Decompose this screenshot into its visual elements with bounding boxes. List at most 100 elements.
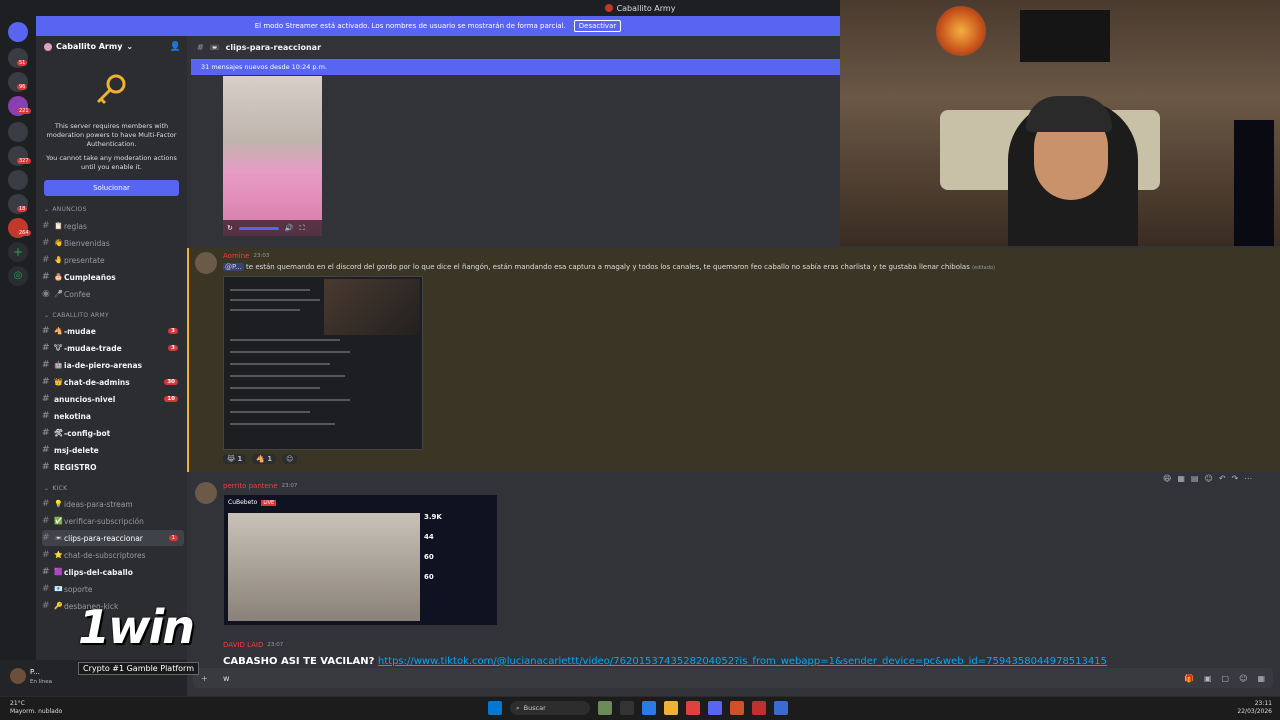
apps-icon[interactable]: ▦ bbox=[1177, 474, 1185, 483]
message-text: CABASHO ASI TE VACILAN? https://www.tikt… bbox=[223, 656, 1107, 667]
fix-mfa-button[interactable]: Solucionar bbox=[44, 180, 179, 196]
message-composer[interactable]: + w 🎁 ▣ ▢ ☺ ▦ bbox=[193, 668, 1273, 688]
gift-icon[interactable]: 🎁 bbox=[1184, 674, 1194, 683]
weather-widget[interactable]: 21°C Mayorm. nublado bbox=[10, 700, 62, 716]
reaction[interactable]: 😹 1 bbox=[223, 454, 247, 464]
reaction[interactable]: 🐴 1 bbox=[252, 454, 277, 464]
channel-item[interactable]: # nekotina bbox=[42, 408, 184, 424]
discover-icon[interactable]: ◎ bbox=[8, 266, 28, 286]
channel-emoji: 🐮 bbox=[54, 344, 63, 352]
channel-emoji: 💡 bbox=[54, 500, 63, 508]
reply-icon[interactable]: ↶ bbox=[1219, 474, 1226, 483]
category-caballito-army[interactable]: ⌄ CABALLITO ARMY bbox=[44, 312, 109, 319]
channel-item[interactable]: # REGISTRO bbox=[42, 459, 184, 475]
hash-icon: # bbox=[42, 394, 50, 404]
channel-item-active[interactable]: # 📼 clips-para-reaccionar 1 bbox=[42, 530, 184, 546]
composer-tools: 🎁 ▣ ▢ ☺ ▦ bbox=[1184, 674, 1265, 683]
messenger-icon[interactable] bbox=[774, 701, 788, 715]
server-badge: 96 bbox=[17, 84, 28, 90]
disable-streamer-mode-button[interactable]: Desactivar bbox=[573, 20, 622, 32]
category-kick[interactable]: ⌄ KICK bbox=[44, 485, 67, 492]
discord-icon[interactable] bbox=[708, 701, 722, 715]
channel-item[interactable]: # 💡 ideas-para-stream bbox=[42, 496, 184, 512]
video-controls: ↻ 🔊 ⛶ bbox=[223, 220, 322, 236]
message-time: 23:03 bbox=[253, 253, 270, 259]
channel-item[interactable]: # 🛠 -config-bot bbox=[42, 425, 184, 441]
author-name[interactable]: Aomine bbox=[223, 252, 249, 260]
forward-icon[interactable]: ↷ bbox=[1232, 474, 1239, 483]
explorer-icon[interactable] bbox=[664, 701, 678, 715]
sticker-icon[interactable]: ▢ bbox=[1222, 674, 1230, 683]
avatar[interactable] bbox=[195, 482, 217, 504]
avatar[interactable] bbox=[10, 668, 26, 684]
author-name[interactable]: DAVID LAID bbox=[223, 641, 263, 649]
author-name[interactable]: perrito pantene bbox=[223, 482, 278, 490]
channel-emoji: 📼 bbox=[54, 534, 63, 542]
channel-item[interactable]: # 🐴 -mudae 3 bbox=[42, 323, 184, 339]
task-view-icon[interactable] bbox=[620, 701, 634, 715]
volume-slider[interactable] bbox=[238, 226, 279, 230]
channel-item[interactable]: # 🎂 Cumpleaños bbox=[42, 269, 184, 285]
channel-item[interactable]: # ⭐ chat-de-subscriptores bbox=[42, 547, 184, 563]
channel-item[interactable]: # 🤖 ia-de-piero-arenas bbox=[42, 357, 184, 373]
emoji-icon[interactable]: ☺ bbox=[1239, 674, 1247, 683]
channel-item[interactable]: # 📧 soporte bbox=[42, 581, 184, 597]
volume-icon[interactable]: 🔊 bbox=[285, 224, 294, 232]
channel-label: clips-para-reaccionar bbox=[64, 533, 143, 543]
brave-icon[interactable] bbox=[730, 701, 744, 715]
channel-label: ia-de-piero-arenas bbox=[64, 360, 143, 370]
hash-icon: # bbox=[42, 377, 50, 387]
channel-header: # 📼 clips-para-reaccionar bbox=[187, 36, 840, 58]
system-tray[interactable]: 23:11 22/03/2026 bbox=[1237, 700, 1272, 716]
server-name[interactable]: Caballito Army ⌄ bbox=[44, 42, 133, 51]
server-icon[interactable] bbox=[8, 122, 28, 142]
channel-item[interactable]: # msj-delete bbox=[42, 442, 184, 458]
taskbar: 21°C Mayorm. nublado ⌕ Buscar 23:11 22/03… bbox=[0, 696, 1280, 720]
image-attachment[interactable] bbox=[223, 276, 423, 450]
apps-icon[interactable]: ▦ bbox=[1257, 674, 1265, 683]
invite-user-icon[interactable]: 👤 bbox=[170, 42, 181, 52]
channel-item[interactable]: # 🤚 presentate bbox=[42, 252, 184, 268]
fullscreen-icon[interactable]: ⛶ bbox=[300, 224, 305, 233]
app-icon[interactable] bbox=[686, 701, 700, 715]
channel-item[interactable]: # 📋 reglas bbox=[42, 218, 184, 234]
channel-item[interactable]: # 👑 chat-de-admins 30 bbox=[42, 374, 184, 390]
video-attachment[interactable]: ↻ 🔊 ⛶ bbox=[223, 76, 322, 236]
thread-icon[interactable]: ▤ bbox=[1191, 474, 1199, 483]
stream-screenshot[interactable]: CuBebeto LIVE 3.9K 44 60 60 bbox=[223, 494, 498, 626]
replay-icon[interactable]: ↻ bbox=[227, 224, 233, 232]
sponsor-tagline: Crypto #1 Gamble Platform bbox=[78, 662, 199, 675]
server-icon[interactable] bbox=[8, 170, 28, 190]
channel-label: Confee bbox=[64, 289, 91, 299]
channel-item[interactable]: # 🟪 clips-del-caballo bbox=[42, 564, 184, 580]
category-anuncios[interactable]: ⌄ ANUNCIOS bbox=[44, 206, 87, 213]
message-link[interactable]: https://www.tiktok.com/@lucianacarlettt/… bbox=[378, 656, 1107, 667]
clock-time: 23:11 bbox=[1254, 700, 1272, 707]
taskbar-search[interactable]: ⌕ Buscar bbox=[510, 701, 590, 715]
channel-item[interactable]: # 👋 Bienvenidas bbox=[42, 235, 184, 251]
start-icon[interactable] bbox=[488, 701, 502, 715]
reaction-icon[interactable]: 😆 bbox=[1163, 474, 1171, 483]
home-icon[interactable] bbox=[8, 22, 28, 42]
add-server-icon[interactable]: + bbox=[8, 242, 28, 262]
gif-icon[interactable]: ▣ bbox=[1204, 674, 1212, 683]
stat-value: 60 bbox=[424, 573, 434, 581]
streamer-mode-text: El modo Streamer está activado. Los nomb… bbox=[254, 22, 566, 30]
channel-item[interactable]: # ✅ verificar-subscripción bbox=[42, 513, 184, 529]
emoji-icon[interactable]: ☺ bbox=[1204, 474, 1212, 483]
channel-item[interactable]: # 🐮 -mudae-trade 3 bbox=[42, 340, 184, 356]
channel-label: soporte bbox=[64, 584, 93, 594]
avatar[interactable] bbox=[195, 252, 217, 274]
channel-label: chat-de-subscriptores bbox=[64, 550, 146, 560]
hash-icon: # bbox=[42, 516, 50, 526]
new-messages-bar[interactable]: 31 mensajes nuevos desde 10:24 p.m. bbox=[191, 59, 840, 75]
user-mention[interactable]: @P... bbox=[223, 263, 244, 271]
channel-item[interactable]: # anuncios-nivel 10 bbox=[42, 391, 184, 407]
more-icon[interactable]: ⋯ bbox=[1244, 474, 1252, 483]
add-attachment-icon[interactable]: + bbox=[201, 674, 208, 683]
widget-icon[interactable] bbox=[598, 701, 612, 715]
obs-icon[interactable] bbox=[752, 701, 766, 715]
edge-icon[interactable] bbox=[642, 701, 656, 715]
voice-channel-item[interactable]: ◉ 🎤 Confee bbox=[42, 286, 184, 302]
add-reaction-icon[interactable]: ☺ bbox=[282, 454, 298, 464]
